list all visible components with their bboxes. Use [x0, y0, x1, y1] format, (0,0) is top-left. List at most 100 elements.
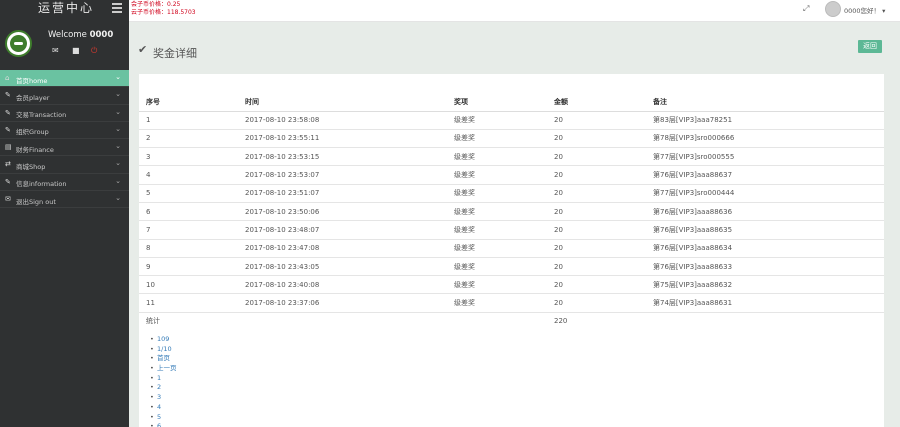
table-cell: 级差奖: [447, 275, 547, 295]
table-cell: 20: [547, 293, 646, 313]
user-icon: ✎: [5, 91, 11, 100]
sidebar-nav: ⌂ 首页home ⌄ ✎ 会员player ⌄ ✎ 交易Transaction ⌄ ✎ 组织Grou…: [0, 70, 129, 209]
home-icon: ⌂: [5, 74, 10, 82]
table-cell: 级差奖: [447, 184, 547, 203]
column-header: 金额: [547, 93, 646, 112]
sidebar-item[interactable]: ✎ 信息information ⌄: [0, 174, 129, 192]
pagination-link[interactable]: 1: [150, 374, 177, 384]
pagination-link[interactable]: 6: [150, 422, 177, 427]
table-cell: 8: [139, 239, 238, 258]
table-cell: 6: [139, 202, 238, 222]
table-cell: 10: [139, 275, 238, 295]
sidebar-item-label: 信息information: [16, 180, 67, 189]
table-row: 2 2017-08-10 23:55:11 级差奖 20 第78层[VIP3]sro00…: [139, 129, 884, 149]
pagination-link[interactable]: 5: [150, 413, 177, 423]
table-cell: 20: [547, 257, 646, 277]
pagination-link[interactable]: 3: [150, 393, 177, 403]
table-row: 6 2017-08-10 23:50:06 级差奖 20 第76层[VIP3]aaa88…: [139, 202, 884, 222]
table-row: 10 2017-08-10 23:40:08 级差奖 20 第75层[VIP3]aaa8…: [139, 275, 884, 295]
table-cell: 第76层[VIP3]aaa88635: [646, 220, 884, 240]
fullscreen-icon[interactable]: ⤢: [803, 4, 812, 13]
total-value: 220: [554, 317, 568, 326]
power-icon[interactable]: ⏻: [91, 46, 100, 55]
sidebar-item[interactable]: ✎ 会员player ⌄: [0, 87, 129, 105]
table-cell: 20: [547, 184, 646, 203]
logo: [5, 30, 32, 57]
table-cell: 第76层[VIP3]aaa88637: [646, 165, 884, 185]
sidebar-item[interactable]: ✎ 组织Group ⌄: [0, 122, 129, 140]
chevron-down-icon: ⌄: [115, 159, 121, 168]
table-row: 9 2017-08-10 23:43:05 级差奖 20 第76层[VIP3]aaa88…: [139, 257, 884, 277]
pagination-link[interactable]: 首页: [150, 354, 177, 364]
table-cell: 第83层[VIP3]aaa78251: [646, 111, 884, 130]
table-cell: 20: [547, 239, 646, 258]
table-cell: 2017-08-10 23:53:15: [238, 147, 447, 167]
chevron-down-icon: ⌄: [115, 73, 121, 81]
price-info: 会子币价格：0.25 云子币价格：118.5703: [131, 1, 196, 17]
table-cell: 2017-08-10 23:40:08: [238, 275, 447, 295]
table-row: 1 2017-08-10 23:58:08 级差奖 20 第83层[VIP3]aaa78…: [139, 111, 884, 130]
total-label: 统计: [146, 317, 160, 326]
table-cell: [646, 312, 884, 329]
table-row: 3 2017-08-10 23:53:15 级差奖 20 第77层[VIP3]sro00…: [139, 147, 884, 167]
back-button[interactable]: 返回: [858, 40, 882, 53]
table-cell: 2017-08-10 23:51:07: [238, 184, 447, 203]
chevron-down-icon: ⌄: [115, 90, 121, 99]
table-cell: 2017-08-10 23:37:06: [238, 293, 447, 313]
table-cell: 20: [547, 220, 646, 240]
chevron-down-icon: ⌄: [115, 194, 121, 203]
sidebar-item[interactable]: ⌂ 首页home ⌄: [0, 70, 129, 88]
table-cell: 2017-08-10 23:48:07: [238, 220, 447, 240]
pagination-link[interactable]: 2: [150, 383, 177, 393]
table-cell: 级差奖: [447, 147, 547, 167]
chevron-down-icon: ⌄: [115, 142, 121, 151]
chevron-down-icon: ⌄: [115, 176, 121, 185]
sidebar-item[interactable]: ▤ 财务Finance ⌄: [0, 139, 129, 157]
table-cell: 第76层[VIP3]aaa88633: [646, 257, 884, 277]
top-bar: 运营中心 会子币价格：0.25 云子币价格：118.5703 ⤢ 0000您好！…: [0, 0, 900, 22]
money-icon: ▤: [5, 143, 12, 152]
total-row: 统计 220: [139, 312, 884, 329]
sidebar: Welcome 0000 ✉ ■ ⏻ ⌂ 首页home ⌄ ✎ 会员player ⌄ ✎ 交易…: [0, 22, 129, 427]
sidebar-item-label: 商城Shop: [16, 162, 46, 171]
pagination-link[interactable]: 4: [150, 403, 177, 413]
table-row: 4 2017-08-10 23:53:07 级差奖 20 第76层[VIP3]aaa88…: [139, 165, 884, 185]
envelope-icon: ✉: [5, 195, 11, 204]
table-cell: 2017-08-10 23:58:08: [238, 111, 447, 130]
sidebar-item[interactable]: ✎ 交易Transaction ⌄: [0, 105, 129, 122]
table-cell: 级差奖: [447, 202, 547, 222]
table-cell: 4: [139, 165, 238, 185]
page-header: ✔ 奖金详细 返回: [129, 22, 900, 70]
comments-icon[interactable]: ■: [72, 46, 81, 55]
sidebar-item[interactable]: ⇄ 商城Shop ⌄: [0, 156, 129, 174]
sidebar-item-label: 交易Transaction: [16, 111, 67, 120]
chevron-down-icon: ⌄: [115, 124, 121, 133]
table-cell: 2017-08-10 23:55:11: [238, 129, 447, 149]
table-cell: 20: [547, 111, 646, 130]
pagination-link[interactable]: 上一页: [150, 364, 176, 374]
sidebar-item[interactable]: ✉ 退出Sign out ⌄: [0, 191, 129, 209]
table-cell: 第76层[VIP3]aaa88634: [646, 239, 884, 258]
pagination-link[interactable]: 1/10: [150, 345, 177, 355]
pagination-link[interactable]: 109: [150, 335, 177, 345]
user-name[interactable]: 0000您好！ ▾: [844, 5, 885, 15]
chevron-down-icon: ⌄: [115, 107, 121, 116]
table-cell: 20: [547, 129, 646, 149]
table-cell: 11: [139, 293, 238, 313]
sidebar-item-label: 组织Group: [16, 128, 49, 137]
table-cell: 1: [139, 111, 238, 130]
table-cell: [238, 312, 447, 329]
table-cell: 9: [139, 257, 238, 277]
page-title: 奖金详细: [153, 47, 197, 60]
avatar[interactable]: [825, 1, 841, 17]
table-cell: 级差奖: [447, 239, 547, 258]
pagination: 1091/10首页上一页123456: [150, 335, 177, 427]
pencil-icon: ✎: [5, 125, 11, 134]
sidebar-item-label: 首页home: [16, 76, 48, 85]
table-cell: 级差奖: [447, 257, 547, 277]
table-row: 5 2017-08-10 23:51:07 级差奖 20 第77层[VIP3]sro00…: [139, 184, 884, 203]
check-icon: ✔: [138, 43, 148, 56]
envelope-icon[interactable]: ✉: [52, 46, 61, 55]
table-row: 11 2017-08-10 23:37:06 级差奖 20 第74层[VIP3]aaa8…: [139, 293, 884, 313]
menu-toggle-icon[interactable]: [112, 3, 122, 13]
